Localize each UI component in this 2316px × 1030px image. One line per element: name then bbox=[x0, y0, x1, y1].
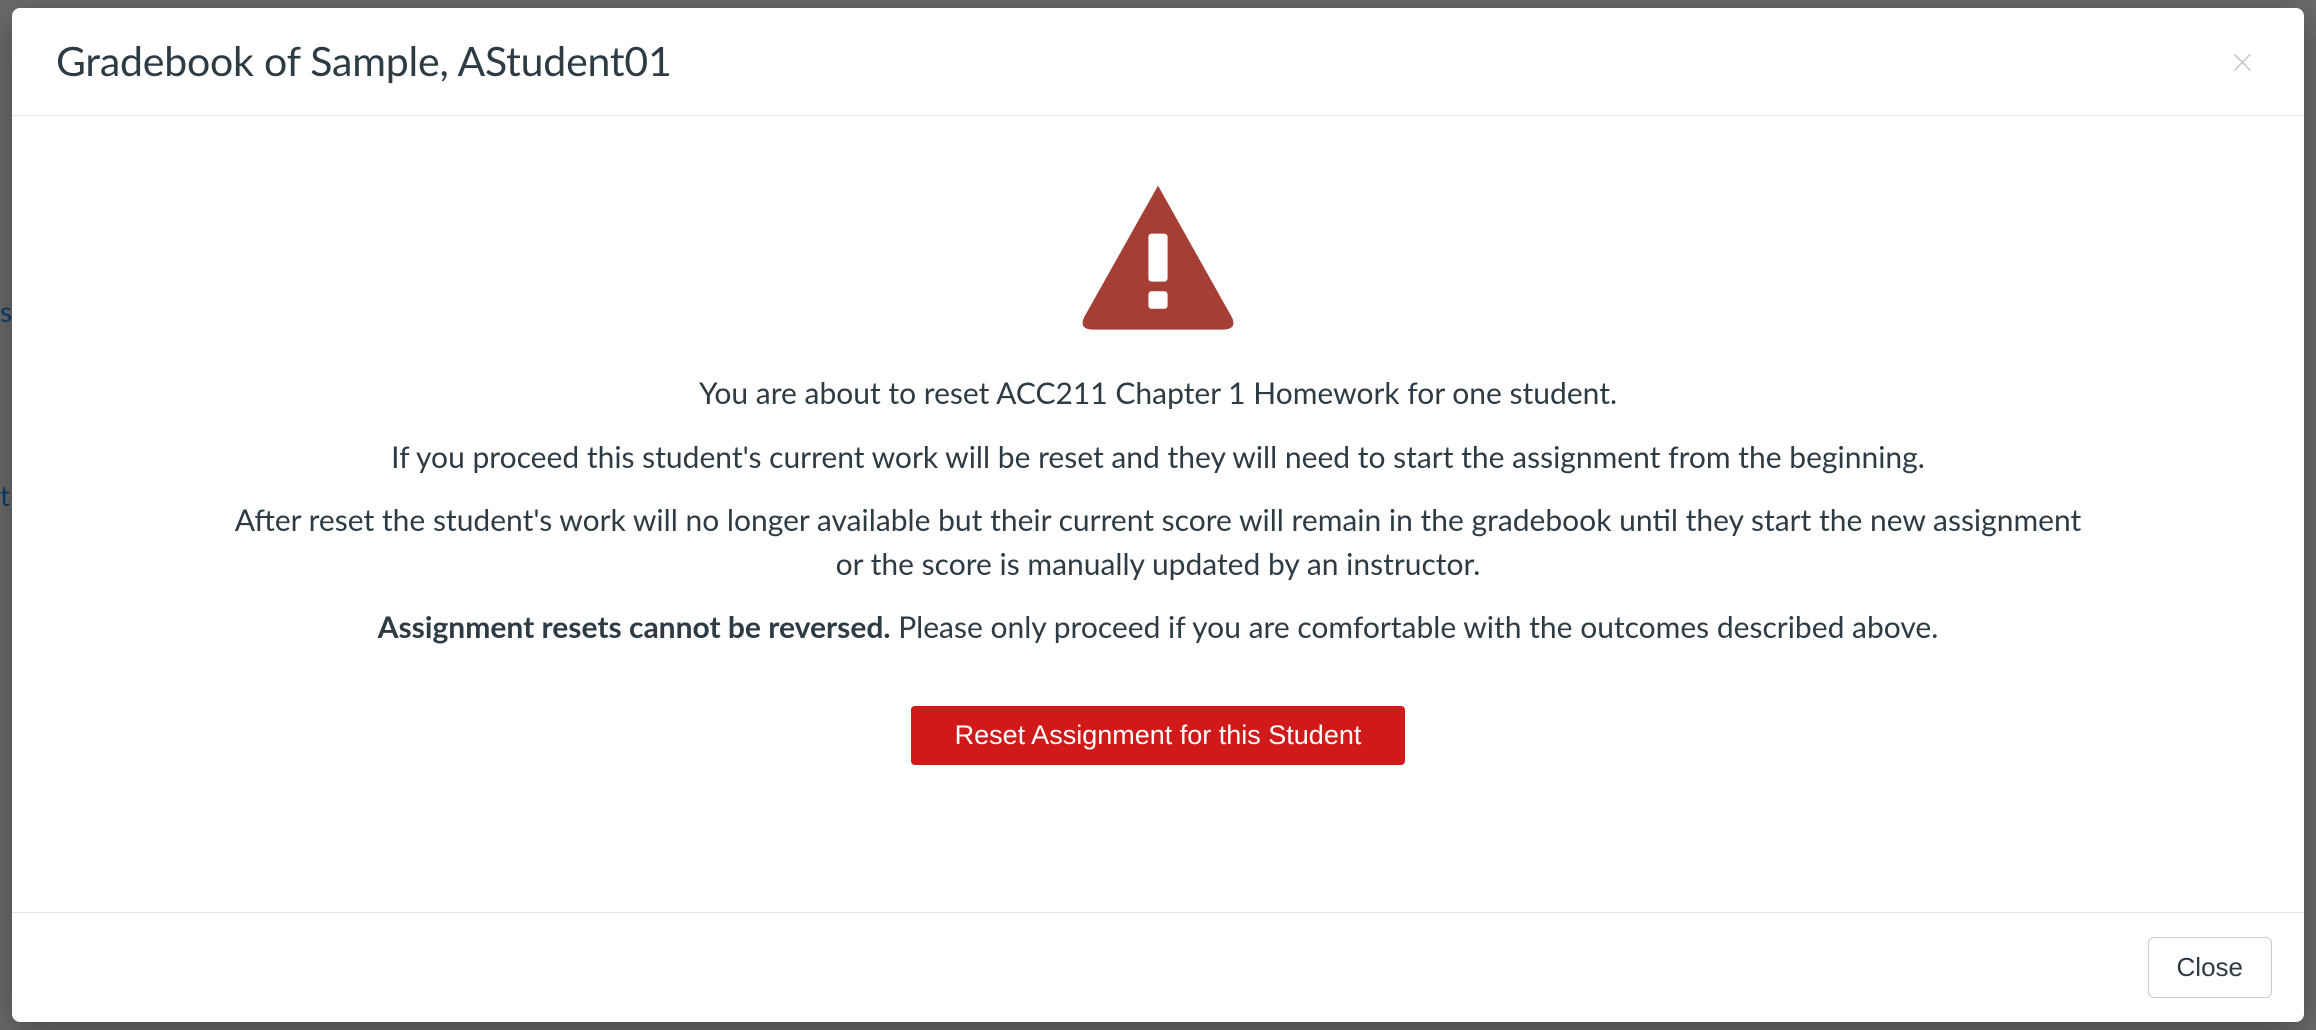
warning-line-4-bold: Assignment resets cannot be reversed. bbox=[378, 609, 891, 645]
modal-title: Gradebook of Sample, AStudent01 bbox=[56, 36, 672, 85]
warning-line-2: If you proceed this student's current wo… bbox=[391, 436, 1925, 480]
close-icon[interactable]: × bbox=[2225, 41, 2260, 81]
warning-line-4-rest: Please only proceed if you are comfortab… bbox=[891, 609, 1939, 645]
warning-line-3: After reset the student's work will no l… bbox=[228, 499, 2088, 586]
warning-triangle-icon bbox=[1078, 176, 1238, 336]
page-backdrop: s t Gradebook of Sample, AStudent01 × Yo… bbox=[0, 0, 2316, 1030]
modal-header: Gradebook of Sample, AStudent01 × bbox=[12, 8, 2304, 116]
warning-line-1: You are about to reset ACC211 Chapter 1 … bbox=[699, 372, 1617, 416]
modal-footer: Close bbox=[12, 912, 2304, 1022]
background-fragment: s bbox=[0, 294, 12, 328]
gradebook-reset-modal: Gradebook of Sample, AStudent01 × You ar… bbox=[12, 8, 2304, 1022]
close-button[interactable]: Close bbox=[2148, 937, 2272, 998]
reset-assignment-button[interactable]: Reset Assignment for this Student bbox=[911, 706, 1406, 765]
background-fragment: t bbox=[0, 478, 10, 512]
modal-body: You are about to reset ACC211 Chapter 1 … bbox=[12, 116, 2304, 912]
warning-line-4: Assignment resets cannot be reversed. Pl… bbox=[378, 606, 1939, 650]
